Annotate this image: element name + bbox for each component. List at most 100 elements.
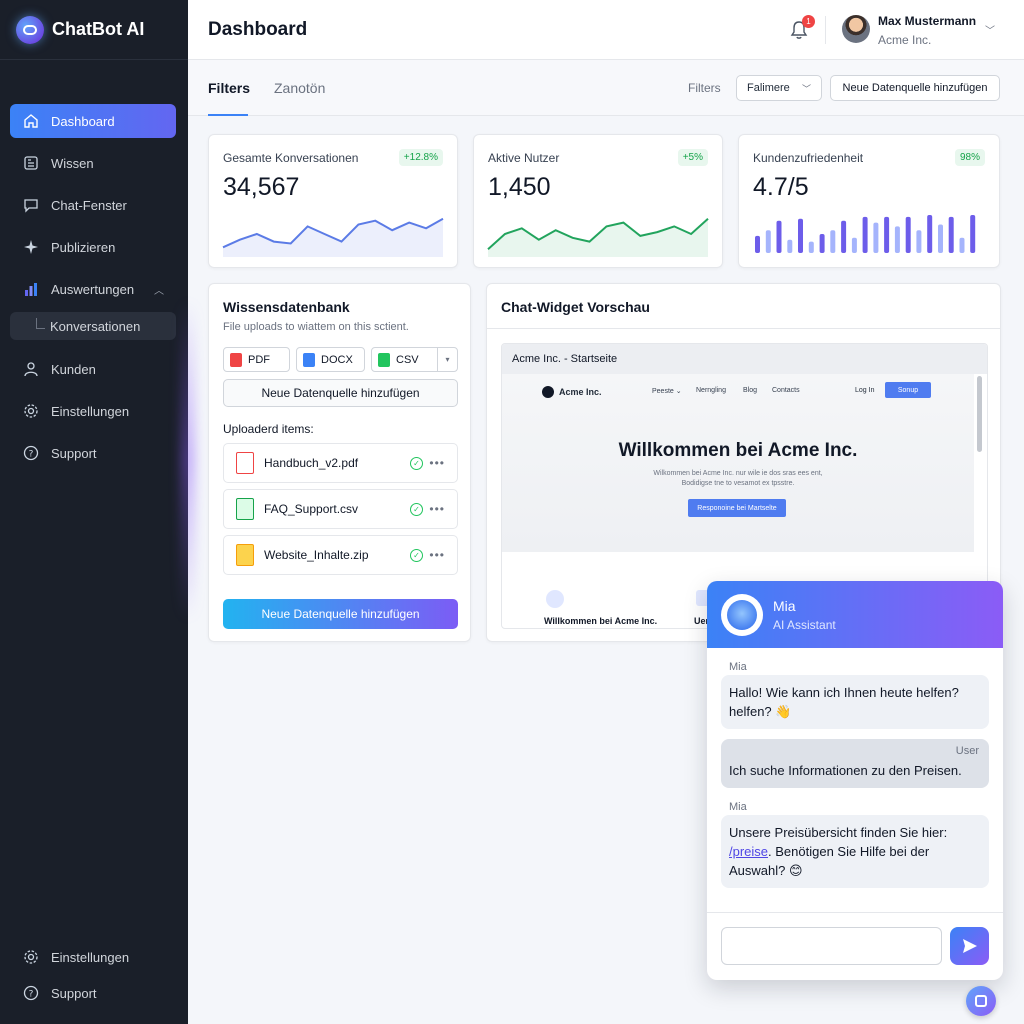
- site-nav-item[interactable]: Blog: [743, 387, 757, 394]
- list-item[interactable]: Website_Inhalte.zip ✓ •••: [223, 535, 458, 575]
- scrollbar[interactable]: [977, 376, 982, 452]
- site-nav-item[interactable]: Contacts: [772, 387, 800, 394]
- message-sender: Mia: [729, 661, 747, 673]
- zip-file-icon: [236, 544, 254, 566]
- add-datasource-primary-button[interactable]: Neue Datenquelle hinzufügen: [223, 599, 458, 629]
- bar-mark: [862, 216, 868, 253]
- send-button[interactable]: [950, 927, 989, 965]
- filters-label: Filters: [688, 81, 721, 95]
- more-options-icon[interactable]: •••: [429, 502, 445, 516]
- chat-launcher-button[interactable]: [966, 986, 996, 1016]
- filetype-label: PDF: [248, 353, 270, 366]
- chevron-down-icon: ﹀: [801, 83, 811, 94]
- pricing-link[interactable]: /preise: [729, 844, 768, 859]
- sidebar-bottom-support[interactable]: ? Support: [20, 976, 129, 1010]
- sidebar-item-label: Publizieren: [51, 239, 116, 255]
- stat-card-conversations: Gesamte Konversationen +12.8% 34,567: [208, 134, 458, 268]
- site-logo[interactable]: Acme Inc.: [542, 386, 602, 398]
- docx-file-icon: [303, 352, 315, 367]
- message-text: Unsere Preisübersicht finden Sie hier:: [729, 825, 948, 840]
- chat-message-input[interactable]: [721, 927, 942, 965]
- bot-name: Mia: [773, 598, 796, 614]
- bot-message: Unsere Preisübersicht finden Sie hier: /…: [721, 815, 989, 888]
- filetype-docx-button[interactable]: DOCX: [296, 347, 365, 372]
- user-org: Acme Inc.: [878, 33, 932, 47]
- stat-badge: +5%: [677, 149, 708, 166]
- sparkline-chart: [487, 218, 709, 257]
- message-sender: User: [955, 745, 979, 757]
- add-datasource-button[interactable]: Neue Datenquelle hinzufügen: [223, 379, 458, 407]
- sidebar-item-support[interactable]: ? Support: [10, 436, 176, 470]
- sidebar-item-label: Dashboard: [51, 113, 115, 129]
- sidebar-item-konversationen[interactable]: Konversationen: [10, 312, 176, 340]
- filetype-pdf-button[interactable]: PDF: [223, 347, 290, 372]
- home-icon: [22, 112, 40, 130]
- site-signup-button[interactable]: Sonup: [885, 382, 931, 398]
- bot-avatar: [721, 594, 763, 636]
- gear-icon: [22, 402, 40, 420]
- sidebar-item-auswertungen[interactable]: Auswertungen ︿: [10, 272, 176, 306]
- more-options-icon[interactable]: •••: [429, 548, 445, 562]
- brand[interactable]: ChatBot AI: [0, 0, 188, 60]
- bar-mark: [808, 241, 814, 253]
- filter-select-value: Falimere: [747, 82, 790, 94]
- sidebar-item-chat-fenster[interactable]: Chat-Fenster: [10, 188, 176, 222]
- sidebar-item-label: Kunden: [51, 361, 96, 377]
- feature-title: Willkommen bei Acme Inc.: [544, 616, 658, 626]
- sidebar-bottom-einstellungen[interactable]: Einstellungen: [20, 940, 129, 974]
- bar-mark: [873, 222, 879, 253]
- sidebar-item-einstellungen[interactable]: Einstellungen: [10, 394, 176, 428]
- site-login-link[interactable]: Log In: [855, 387, 874, 394]
- site-nav-item[interactable]: Peeste ⌄: [652, 387, 682, 395]
- avatar[interactable]: [842, 15, 870, 43]
- site-cta-button[interactable]: Responoine bei Martselte: [688, 499, 786, 517]
- notification-badge: 1: [802, 15, 815, 28]
- bar-mark: [927, 215, 933, 253]
- tab-filters[interactable]: Filters: [208, 80, 250, 116]
- sidebar-item-label: Support: [51, 445, 97, 461]
- sidebar-item-kunden[interactable]: Kunden: [10, 352, 176, 386]
- add-datasource-button[interactable]: Neue Datenquelle hinzufügen: [830, 75, 1000, 101]
- acme-logo-icon: [542, 386, 554, 398]
- list-item[interactable]: FAQ_Support.csv ✓ •••: [223, 489, 458, 529]
- sidebar-item-label: Auswertungen: [51, 281, 135, 297]
- chevron-up-icon[interactable]: ︿: [154, 282, 164, 297]
- bar-mark: [905, 216, 911, 253]
- uploaded-items-label: Uploaderd items:: [223, 422, 314, 436]
- user-name[interactable]: Max Mustermann: [878, 14, 976, 28]
- bot-message: Hallo! Wie kann ich Ihnen heute helfen? …: [721, 675, 989, 729]
- file-name: Website_Inhalte.zip: [264, 548, 369, 562]
- list-item[interactable]: Handbuch_v2.pdf ✓ •••: [223, 443, 458, 483]
- sidebar-item-wissen[interactable]: Wissen: [10, 146, 176, 180]
- more-options-icon[interactable]: •••: [429, 456, 445, 470]
- send-icon: [962, 939, 977, 953]
- message-text: Ich suche Informationen zu den Preisen.: [729, 763, 962, 778]
- sidebar-item-publizieren[interactable]: Publizieren: [10, 230, 176, 264]
- gear-icon: [22, 948, 40, 966]
- sidebar-item-label: Konversationen: [50, 318, 141, 334]
- site-nav-item[interactable]: Nerngling: [696, 387, 726, 394]
- bar-mark: [851, 237, 857, 253]
- chevron-down-icon[interactable]: ▾: [437, 348, 457, 371]
- bar-mark: [894, 226, 900, 253]
- sidebar-bottom-nav: Einstellungen ? Support: [20, 940, 129, 1012]
- chevron-down-icon[interactable]: ﹀: [985, 22, 995, 37]
- notification-bell-icon[interactable]: 1: [790, 15, 815, 40]
- tab-zanoton[interactable]: Zanotön: [274, 80, 325, 96]
- bar-mark: [798, 218, 803, 253]
- knowledge-base-card: Wissensdatenbank File uploads to wiattem…: [208, 283, 471, 642]
- sidebar-item-dashboard[interactable]: Dashboard: [10, 104, 176, 138]
- stat-value: 34,567: [223, 173, 300, 201]
- filetype-csv-button[interactable]: CSV ▾: [371, 347, 458, 372]
- stat-label: Gesamte Konversationen: [223, 151, 359, 165]
- check-circle-icon: ✓: [410, 502, 423, 516]
- chat-launcher-icon: [975, 995, 987, 1007]
- bar-mark: [970, 215, 976, 253]
- stat-label: Kundenzufriedenheit: [753, 151, 864, 165]
- filter-select[interactable]: Falimere ﹀: [736, 75, 822, 101]
- page-title: Dashboard: [208, 18, 308, 40]
- chatbot-logo-icon: [16, 15, 44, 44]
- site-text: Wilkommen bei Acme Inc. nur wile ie dos …: [653, 470, 823, 477]
- bar-mark: [819, 234, 825, 253]
- check-circle-icon: ✓: [410, 456, 423, 470]
